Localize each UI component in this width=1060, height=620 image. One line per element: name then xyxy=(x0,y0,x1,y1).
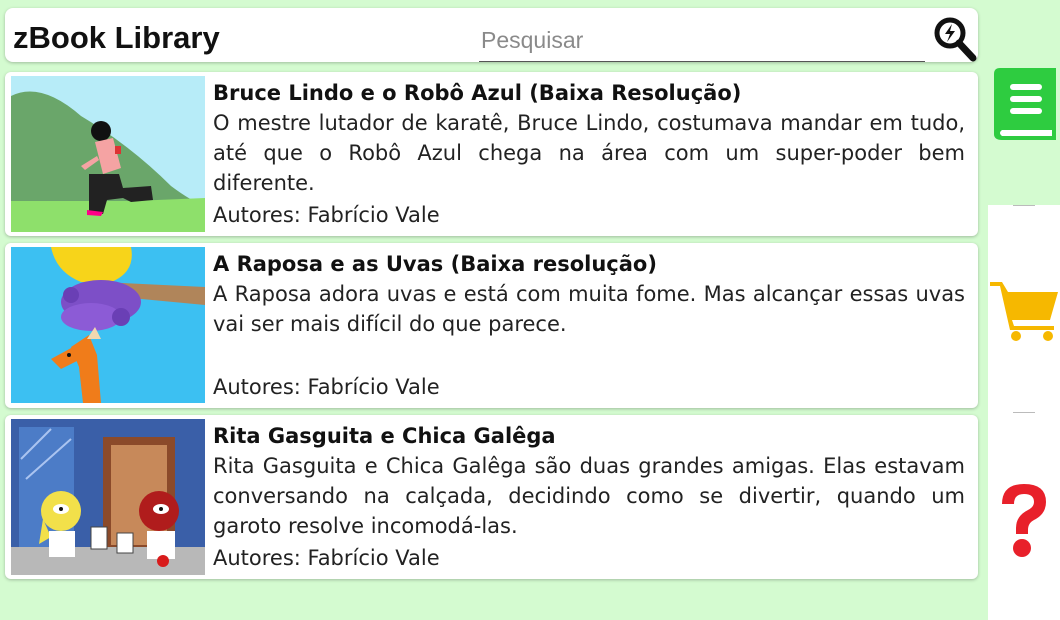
app-title: zBook Library xyxy=(13,20,220,55)
book-description: Rita Gasguita e Chica Galêga são duas gr… xyxy=(213,454,965,538)
book-card[interactable]: A Raposa e as Uvas (Baixa resolução) A R… xyxy=(5,243,978,408)
book-card[interactable]: Bruce Lindo e o Robô Azul (Baixa Resoluç… xyxy=(5,72,978,236)
nav-library-button[interactable] xyxy=(988,64,1060,142)
book-cover-image xyxy=(11,76,205,232)
book-description: A Raposa adora uvas e está com muita fom… xyxy=(213,282,965,336)
book-icon xyxy=(994,68,1056,140)
search-button[interactable] xyxy=(931,14,977,62)
search-icon xyxy=(934,17,977,62)
book-authors: Autores: Fabrício Vale xyxy=(213,546,440,570)
book-card[interactable]: Rita Gasguita e Chica Galêga Rita Gasgui… xyxy=(5,415,978,579)
nav-help-button[interactable] xyxy=(988,480,1060,560)
help-icon xyxy=(1002,484,1046,557)
book-title: Bruce Lindo e o Robô Azul (Baixa Resoluç… xyxy=(213,81,742,105)
book-description: O mestre lutador de karatê, Bruce Lindo,… xyxy=(213,111,965,195)
side-navigation xyxy=(988,0,1060,620)
search-input[interactable] xyxy=(479,20,925,62)
book-authors: Autores: Fabrício Vale xyxy=(213,203,440,227)
book-title: A Raposa e as Uvas (Baixa resolução) xyxy=(213,252,657,276)
app-header: zBook Library xyxy=(5,8,978,62)
book-authors: Autores: Fabrício Vale xyxy=(213,375,440,399)
nav-cart-button[interactable] xyxy=(988,278,1060,342)
divider xyxy=(1013,205,1035,206)
book-title: Rita Gasguita e Chica Galêga xyxy=(213,424,556,448)
cart-icon xyxy=(990,282,1058,341)
divider xyxy=(1013,412,1035,413)
book-cover-image xyxy=(11,419,205,575)
book-cover-image xyxy=(11,247,205,403)
